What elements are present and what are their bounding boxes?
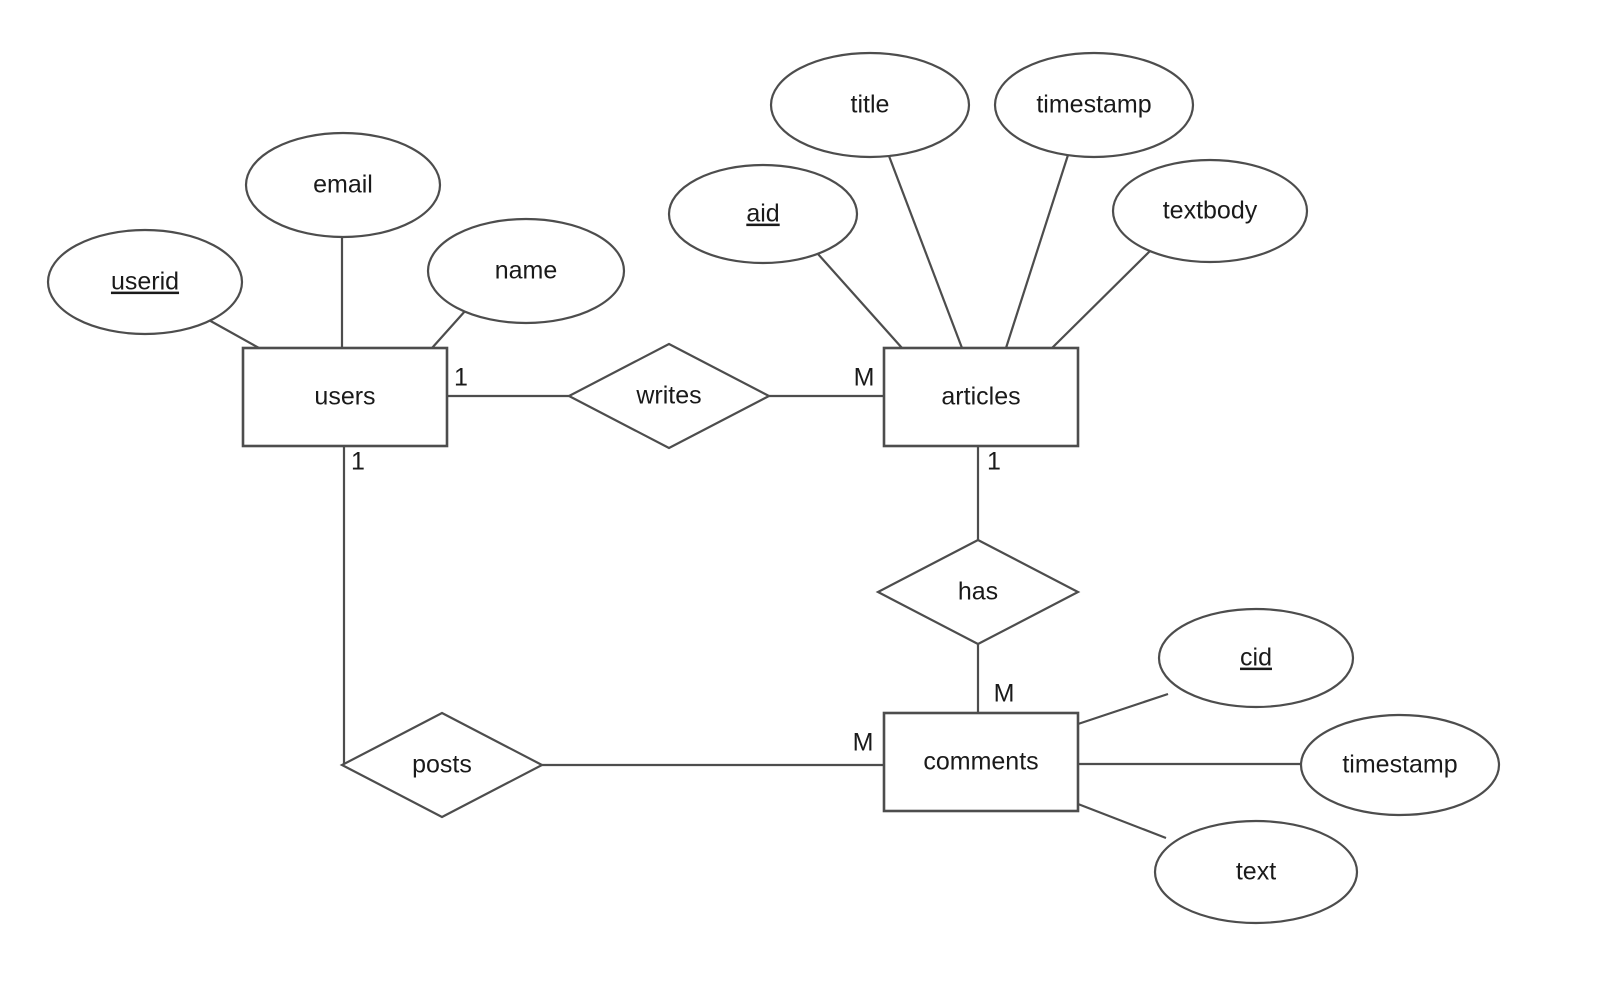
connector-users-name — [431, 309, 467, 349]
relationship-label: has — [958, 578, 998, 606]
attribute-label: text — [1236, 858, 1276, 886]
entity-label: articles — [941, 383, 1020, 411]
relationship-posts[interactable]: posts — [339, 711, 545, 819]
entity-comments[interactable]: comments — [882, 711, 1080, 813]
entity-label: users — [314, 383, 375, 411]
relationship-writes[interactable]: writes — [566, 342, 772, 450]
attribute-label: userid — [111, 268, 179, 296]
attribute-articles-timestamp[interactable]: timestamp — [993, 51, 1195, 159]
connector-articles-timestamp — [1004, 154, 1070, 349]
connector-users-userid — [206, 318, 260, 349]
entity-label: comments — [923, 748, 1038, 776]
relationship-connector-group — [342, 394, 980, 767]
entity-users[interactable]: users — [241, 346, 449, 448]
cardinality-users-posts: 1 — [351, 448, 365, 476]
attribute-comments-timestamp[interactable]: timestamp — [1299, 713, 1501, 817]
connector-articles-title — [887, 155, 964, 349]
cardinality-posts-comments: M — [853, 729, 874, 757]
cardinality-writes-articles: M — [854, 364, 875, 392]
attribute-label: title — [851, 91, 890, 119]
connector-articles-aid — [817, 253, 903, 349]
cardinality-users-writes: 1 — [454, 364, 468, 392]
attribute-userid[interactable]: userid — [46, 228, 244, 336]
attribute-label: timestamp — [1036, 91, 1151, 119]
attribute-label: email — [313, 171, 373, 199]
relationship-label: posts — [412, 751, 472, 779]
er-diagram-canvas: userid email name aid title timestamp te… — [0, 0, 1606, 998]
attribute-label: cid — [1240, 644, 1272, 672]
connector-articles-textbody — [1051, 250, 1151, 349]
attribute-name[interactable]: name — [426, 217, 626, 325]
attribute-email[interactable]: email — [244, 131, 442, 239]
cardinality-has-comments: M — [994, 680, 1015, 708]
cardinality-articles-has: 1 — [987, 448, 1001, 476]
attribute-label: timestamp — [1342, 751, 1457, 779]
relationship-has[interactable]: has — [875, 538, 1081, 646]
entity-articles[interactable]: articles — [882, 346, 1080, 448]
attribute-text[interactable]: text — [1153, 819, 1359, 925]
relationship-label: writes — [635, 382, 701, 410]
attribute-label: name — [495, 257, 558, 285]
attribute-label: aid — [746, 200, 779, 228]
connector-comments-cid — [1077, 692, 1169, 726]
attribute-textbody[interactable]: textbody — [1111, 158, 1309, 264]
attribute-label: textbody — [1163, 197, 1258, 225]
connector-comments-text — [1077, 802, 1167, 840]
attribute-cid[interactable]: cid — [1157, 607, 1355, 709]
attribute-aid[interactable]: aid — [667, 163, 859, 265]
attribute-title[interactable]: title — [769, 51, 971, 159]
